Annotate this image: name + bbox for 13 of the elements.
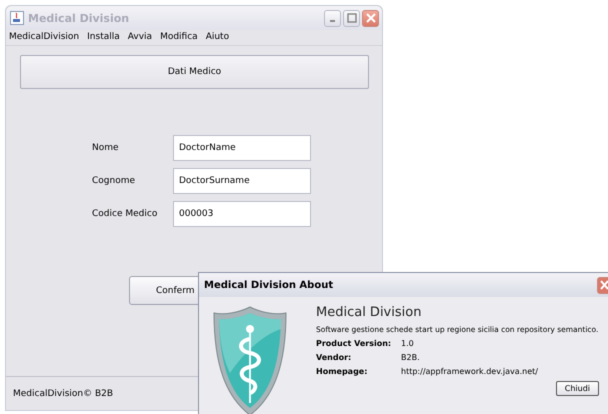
field-label: Nome [92,143,120,153]
property-label: Homepage: [316,367,368,376]
app-name: Medical Division [316,305,422,320]
field-label: Cognome [92,176,136,186]
property-value: http://appframework.dev.java.net/ [401,367,538,376]
dialog-title: Medical Division About [204,280,334,290]
status-text: MedicalDivision© B2B [13,388,114,398]
property-value: 1.0 [401,339,414,348]
property-label: Vendor: [316,353,352,362]
field-label: Codice Medico [92,209,158,219]
property-label: Product Version: [316,339,392,348]
window-title: Medical Division [28,12,130,24]
property-value: B2B. [401,353,420,362]
